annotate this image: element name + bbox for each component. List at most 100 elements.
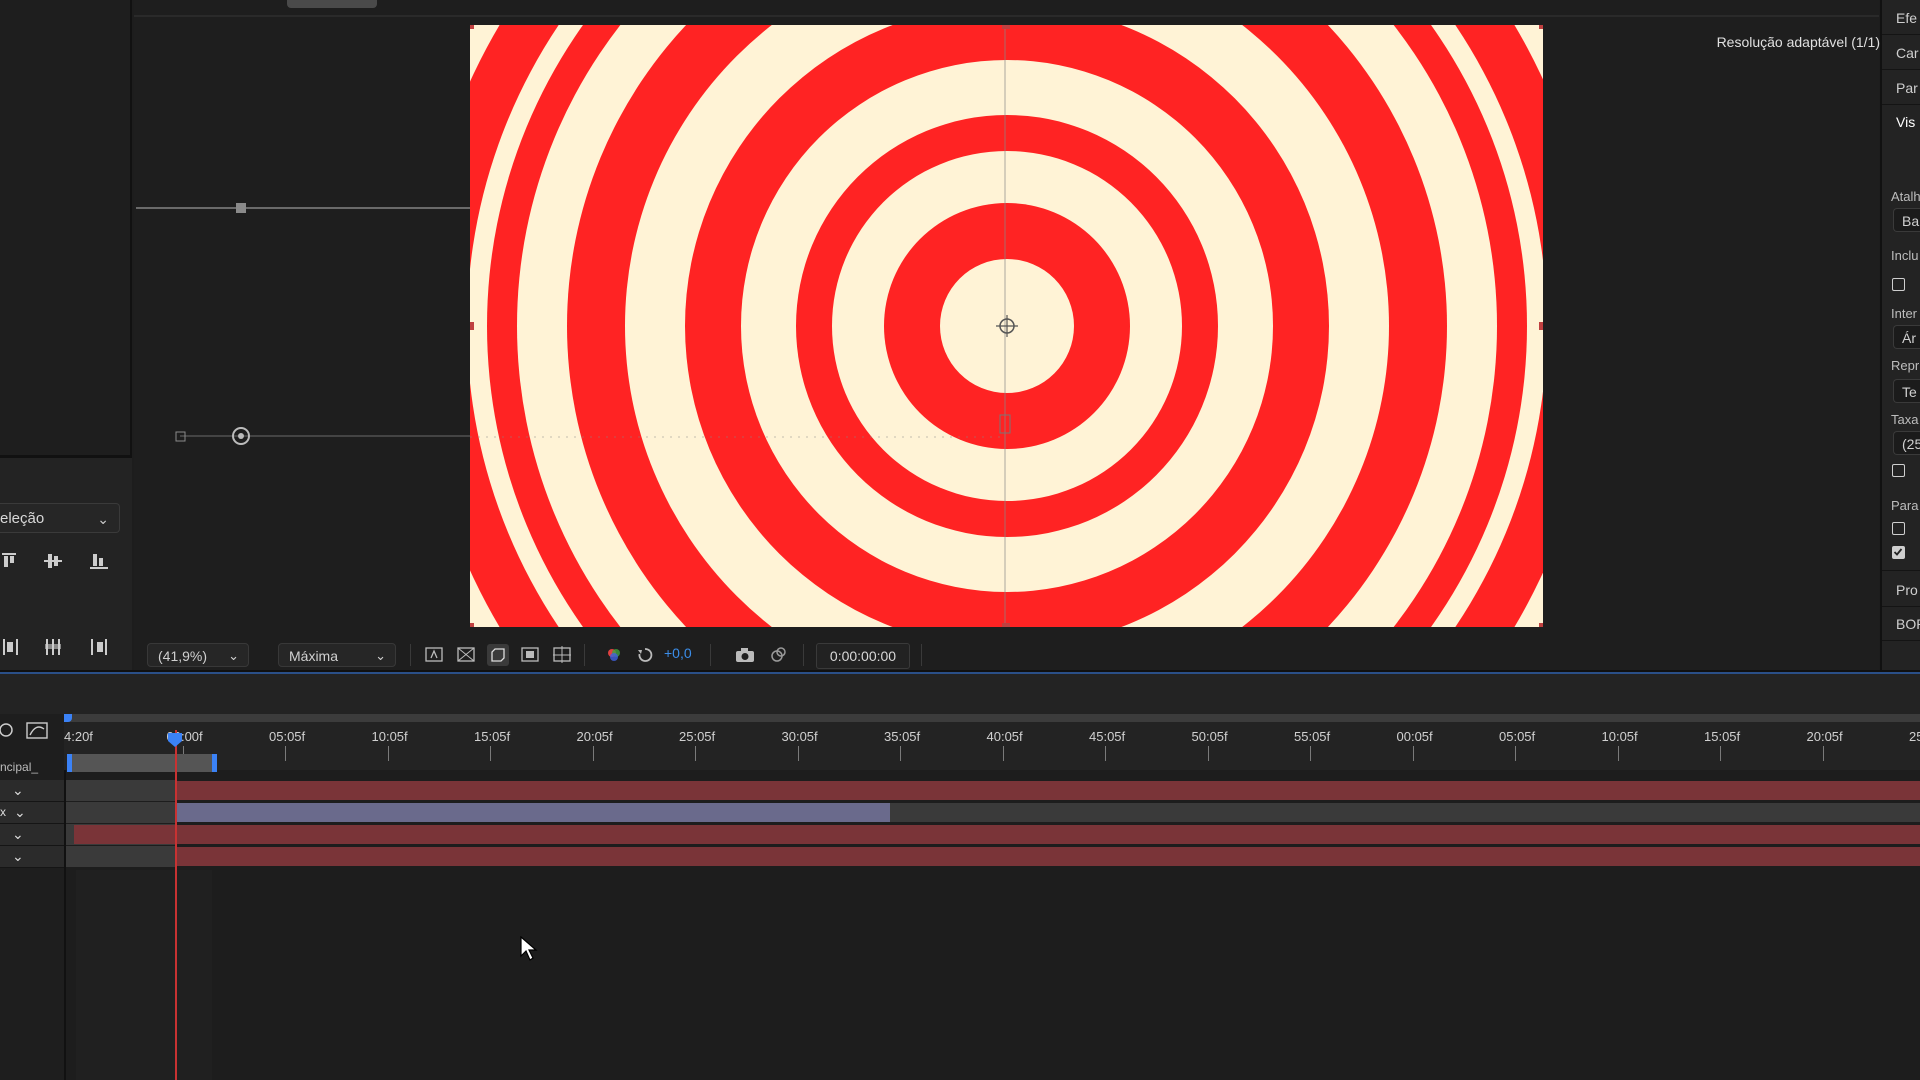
toolbar-separator <box>584 644 585 666</box>
distribute-left-icon <box>3 639 18 655</box>
ruler-tick-label: 20:05f <box>1806 729 1843 744</box>
layer-header-1[interactable]: ⌄ <box>0 780 64 802</box>
ruler-tick-label: 55:05f <box>1294 729 1331 744</box>
viewer-top-divider <box>134 15 1879 17</box>
toolbar-separator <box>803 644 804 666</box>
ruler-tick-label: 4:20f <box>64 729 93 744</box>
layer-duration-bar[interactable] <box>176 803 890 822</box>
frame-rate-checkbox[interactable] <box>1892 464 1905 477</box>
right-tab-preview[interactable]: Vis <box>1896 114 1920 130</box>
shortcut-label: Atalh <box>1891 189 1920 204</box>
layer-row-4[interactable]: ⌄ <box>0 846 1920 868</box>
reset-exposure-button[interactable] <box>634 644 656 666</box>
interval-label: Inter <box>1891 306 1918 321</box>
align-top-icon <box>2 553 16 567</box>
ruler-tick-label: 15:05f <box>474 729 511 744</box>
chevron-down-icon[interactable]: ⌄ <box>12 848 24 865</box>
stop-checkbox-1[interactable] <box>1892 522 1905 535</box>
playback-field[interactable]: Te <box>1893 379 1920 403</box>
reset-exposure-icon <box>638 648 653 662</box>
right-panel-divider <box>1882 606 1920 607</box>
ruler-tick-label: 25:05f <box>679 729 716 744</box>
frame-rate-label: Taxa <box>1891 412 1919 427</box>
properties-tab[interactable]: Pro <box>1896 582 1920 598</box>
align-vcenter-button[interactable] <box>42 550 64 572</box>
layer-duration-bar[interactable] <box>176 781 1920 800</box>
chevron-down-icon: ⌄ <box>375 648 386 663</box>
ruler-tick <box>1720 746 1721 761</box>
chevron-down-icon[interactable]: ⌄ <box>14 804 26 821</box>
transparency-grid-button[interactable] <box>455 644 477 666</box>
timeline-empty-lane <box>76 870 212 1080</box>
ruler-tick <box>285 746 286 761</box>
ruler-tick-label: 30:05f <box>781 729 818 744</box>
ruler-tick-label: 50:05f <box>1191 729 1228 744</box>
distribute-right-button[interactable] <box>88 636 110 658</box>
current-time-display[interactable]: 0:00:00:00 <box>816 643 910 669</box>
layer-row-2[interactable]: ⌄ x <box>0 802 1920 824</box>
layer-header-3[interactable]: ⌄ <box>0 824 64 846</box>
chevron-down-icon: ⌄ <box>97 511 109 527</box>
snapshot-button[interactable] <box>734 644 756 666</box>
grid-guides-button[interactable] <box>551 644 573 666</box>
shortcut-field[interactable]: Ba <box>1893 208 1920 232</box>
color-channels-button[interactable] <box>603 644 625 666</box>
region-of-interest-icon <box>521 647 539 662</box>
right-tab-character[interactable]: Car <box>1896 45 1920 61</box>
current-time-indicator[interactable] <box>175 730 177 1080</box>
align-to-select[interactable]: eleção ⌄ <box>0 503 120 533</box>
align-bottom-button[interactable] <box>88 550 110 572</box>
layer-row-3[interactable]: ⌄ <box>0 824 1920 846</box>
work-area-start[interactable] <box>64 714 72 722</box>
right-panel-divider <box>1882 640 1920 641</box>
distribute-hcenter-button[interactable] <box>42 636 64 658</box>
show-snapshot-button[interactable] <box>767 644 789 666</box>
composition-canvas[interactable] <box>470 25 1543 627</box>
layer-gray-region <box>66 846 176 867</box>
composition-name-label: ncipal_ <box>0 760 39 774</box>
chevron-down-icon[interactable]: ⌄ <box>12 826 24 843</box>
quality-select[interactable]: Máxima ⌄ <box>278 643 396 667</box>
include-checkbox[interactable] <box>1892 278 1905 291</box>
fast-preview-button[interactable] <box>423 644 445 666</box>
border-tab[interactable]: BOR <box>1896 616 1920 632</box>
ruler-tick-label: 10:05f <box>1601 729 1638 744</box>
interval-field[interactable]: Ár <box>1893 325 1920 349</box>
ruler-tick <box>695 746 696 761</box>
motion-blur-button[interactable] <box>0 720 18 740</box>
time-navigator-range[interactable] <box>67 754 217 772</box>
layer-duration-bar[interactable] <box>74 825 1920 844</box>
region-of-interest-button[interactable] <box>519 644 541 666</box>
right-tab-effects[interactable]: Efe <box>1896 10 1920 26</box>
layer-header-4[interactable]: ⌄ <box>0 846 64 868</box>
show-snapshot-icon <box>771 647 786 662</box>
stop-checkbox-2[interactable] <box>1892 546 1905 559</box>
playhead-icon[interactable] <box>167 732 183 748</box>
distribute-left-button[interactable] <box>0 636 22 658</box>
work-area-bar[interactable] <box>64 714 1920 722</box>
mask-visibility-button[interactable] <box>487 644 509 666</box>
align-bottom-icon <box>90 554 108 569</box>
layer-row-1[interactable]: ⌄ <box>0 780 1920 802</box>
camera-icon <box>736 648 754 662</box>
right-tab-paragraph[interactable]: Par <box>1896 80 1920 96</box>
align-top-button[interactable] <box>0 550 22 572</box>
ruler-tick <box>1822 746 1824 761</box>
viewer-top-tab[interactable] <box>287 0 377 8</box>
ruler-tick <box>490 746 491 761</box>
ruler-tick <box>1310 746 1311 761</box>
zoom-select[interactable]: (41,9%) ⌄ <box>147 643 249 667</box>
ruler-tick <box>1515 746 1516 761</box>
chevron-down-icon[interactable]: ⌄ <box>12 782 24 799</box>
frame-rate-field[interactable]: (25 <box>1893 431 1920 455</box>
ruler-tick <box>900 746 901 761</box>
exposure-value[interactable]: +0,0 <box>664 645 692 661</box>
ruler-tick-label: 45:05f <box>1089 729 1126 744</box>
stop-label: Para <box>1891 498 1919 513</box>
graph-editor-button[interactable] <box>26 721 48 741</box>
mouse-cursor-icon <box>520 936 538 961</box>
layer-duration-bar[interactable] <box>176 847 1920 866</box>
ruler-tick <box>1617 746 1619 761</box>
layer-header-2[interactable]: ⌄ x <box>0 802 64 824</box>
color-channels-icon <box>608 649 620 661</box>
